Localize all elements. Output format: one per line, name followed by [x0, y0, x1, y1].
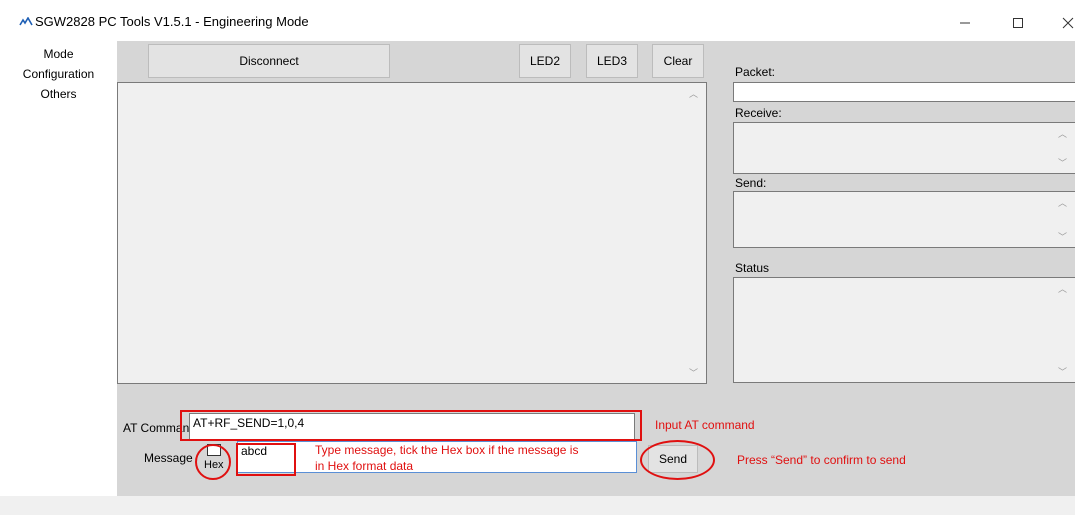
at-command-highlight [180, 410, 642, 441]
message-note-line1: Type message, tick the Hex box if the me… [315, 443, 579, 457]
led3-button[interactable]: LED3 [586, 44, 638, 78]
led2-button[interactable]: LED2 [519, 44, 571, 78]
scroll-down-icon[interactable]: ﹀ [689, 366, 698, 379]
receive-textarea[interactable]: ︿ ﹀ [733, 122, 1075, 174]
scroll-up-icon[interactable]: ︿ [689, 87, 698, 100]
status-label: Status [735, 261, 770, 275]
status-strip [0, 496, 1075, 515]
clear-button[interactable]: Clear [652, 44, 704, 78]
scroll-down-icon[interactable]: ﹀ [1058, 156, 1067, 169]
packet-label: Packet: [735, 65, 776, 79]
send-label: Send: [735, 176, 767, 190]
maximize-icon [1013, 18, 1023, 28]
window-title: SGW2828 PC Tools V1.5.1 - Engineering Mo… [35, 14, 309, 29]
maximize-button[interactable] [995, 8, 1041, 38]
disconnect-button[interactable]: Disconnect [148, 44, 390, 78]
close-button[interactable] [1045, 8, 1075, 38]
scroll-down-icon[interactable]: ﹀ [1058, 230, 1067, 243]
message-note-line2: in Hex format data [315, 459, 414, 473]
send-note: Press “Send” to confirm to send [737, 453, 906, 467]
nav-item-configuration[interactable]: Configuration [0, 67, 117, 81]
status-textarea[interactable]: ︿ ﹀ [733, 277, 1075, 383]
log-textarea[interactable]: ︿ ﹀ [117, 82, 707, 384]
message-label: Message [144, 451, 193, 465]
send-textarea[interactable]: ︿ ﹀ [733, 191, 1075, 248]
nav-item-others[interactable]: Others [0, 87, 117, 101]
title-bar: SGW2828 PC Tools V1.5.1 - Engineering Mo… [0, 0, 1075, 41]
packet-field[interactable] [733, 82, 1075, 102]
scroll-up-icon[interactable]: ︿ [1058, 282, 1067, 295]
hex-highlight [195, 444, 231, 480]
side-nav: Mode Configuration Others [0, 41, 117, 496]
scroll-up-icon[interactable]: ︿ [1058, 127, 1067, 140]
send-highlight [640, 440, 715, 480]
at-command-note: Input AT command [655, 418, 755, 432]
scroll-up-icon[interactable]: ︿ [1058, 196, 1067, 209]
close-icon [1062, 17, 1074, 29]
message-highlight [236, 443, 296, 476]
minimize-button[interactable] [942, 8, 988, 38]
app-icon [19, 16, 33, 27]
receive-label: Receive: [735, 106, 782, 120]
nav-item-mode[interactable]: Mode [0, 47, 117, 61]
minimize-icon [960, 22, 970, 24]
scroll-down-icon[interactable]: ﹀ [1058, 365, 1067, 378]
